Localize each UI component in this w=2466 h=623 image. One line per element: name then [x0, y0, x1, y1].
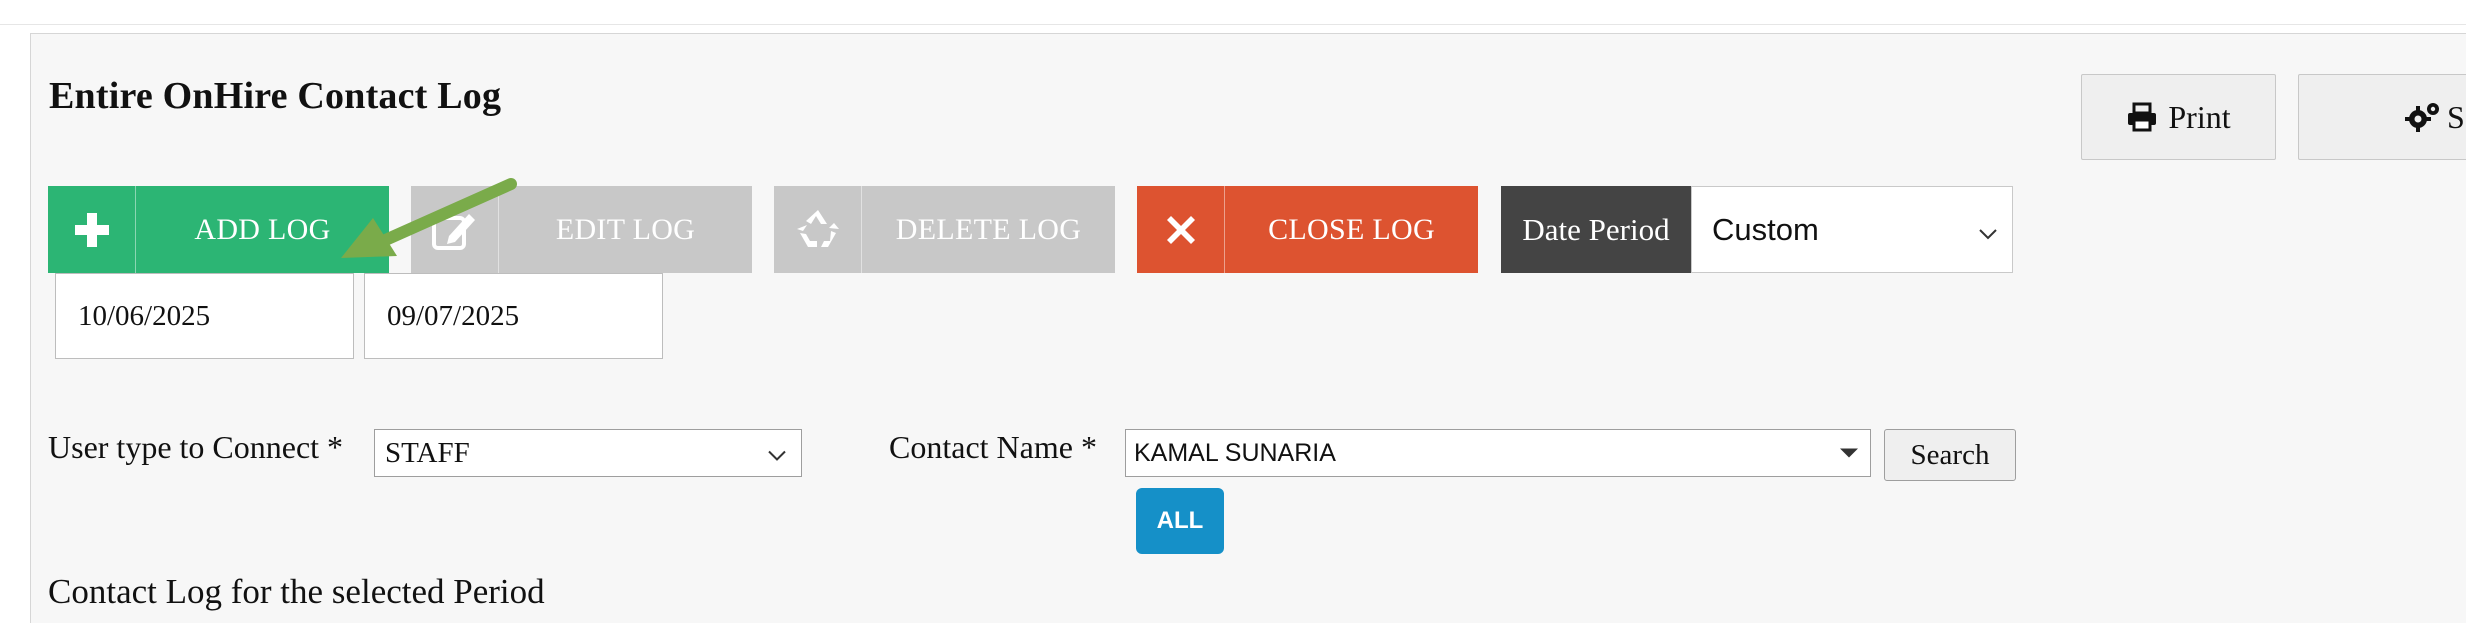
close-icon	[1137, 186, 1225, 273]
print-button[interactable]: Print	[2081, 74, 2276, 160]
print-label: Print	[2168, 98, 2231, 135]
page-title: Entire OnHire Contact Log	[49, 75, 502, 117]
contact-name-value: KAMAL SUNARIA	[1134, 438, 1336, 467]
caret-down-icon	[1840, 448, 1858, 458]
top-bar	[0, 0, 2466, 25]
contact-log-panel: Entire OnHire Contact Log Print S ADD LO…	[30, 33, 2466, 623]
user-type-value: STAFF	[385, 436, 470, 469]
search-button[interactable]: Search	[1884, 429, 2016, 481]
close-log-label: CLOSE LOG	[1268, 212, 1435, 246]
date-to-input[interactable]: 09/07/2025	[364, 273, 663, 359]
date-period-label: Date Period	[1501, 186, 1691, 273]
date-period-value: Custom	[1712, 211, 1819, 247]
annotation-arrow-icon	[341, 178, 517, 258]
contact-name-label: Contact Name *	[889, 429, 1097, 465]
plus-icon	[48, 186, 136, 273]
edit-log-label: EDIT LOG	[555, 212, 696, 246]
delete-log-button[interactable]: DELETE LOG	[774, 186, 1115, 273]
user-type-select[interactable]: STAFF	[374, 429, 802, 477]
delete-log-label: DELETE LOG	[895, 212, 1082, 246]
settings-label: S	[2447, 98, 2465, 135]
date-from-input[interactable]: 10/06/2025	[55, 273, 354, 359]
chevron-down-icon	[767, 437, 787, 470]
all-button[interactable]: ALL	[1136, 488, 1224, 554]
printer-icon	[2126, 102, 2158, 132]
gears-icon	[2405, 101, 2441, 133]
settings-button[interactable]: S	[2298, 74, 2466, 160]
date-period-select[interactable]: Custom	[1691, 186, 2013, 273]
chevron-down-icon	[1978, 212, 1998, 248]
user-type-label: User type to Connect *	[48, 429, 344, 465]
section-title: Contact Log for the selected Period	[48, 572, 545, 611]
contact-name-select[interactable]: KAMAL SUNARIA	[1125, 429, 1871, 477]
close-log-button[interactable]: CLOSE LOG	[1137, 186, 1478, 273]
recycle-icon	[774, 186, 862, 273]
